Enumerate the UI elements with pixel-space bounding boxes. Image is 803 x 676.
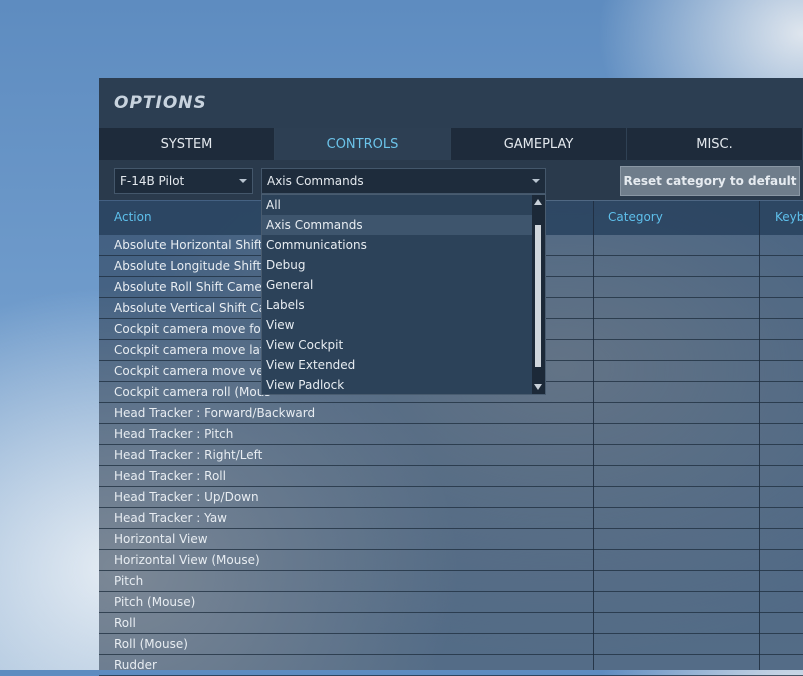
table-row[interactable]: Head Tracker : Up/Down <box>99 487 803 508</box>
category-select-value: Axis Commands <box>267 174 364 188</box>
dropdown-option-view[interactable]: View <box>262 315 532 335</box>
table-row[interactable]: Horizontal View <box>99 529 803 550</box>
dropdown-option-labels[interactable]: Labels <box>262 295 532 315</box>
row-action: Head Tracker : Pitch <box>114 427 234 441</box>
scroll-up-icon[interactable] <box>534 199 542 205</box>
header-action[interactable]: Action <box>114 210 152 224</box>
dropdown-option-all[interactable]: All <box>262 195 532 215</box>
row-action: Horizontal View (Mouse) <box>114 553 260 567</box>
dropdown-option-communications[interactable]: Communications <box>262 235 532 255</box>
dropdown-scrollbar[interactable] <box>532 195 545 394</box>
dropdown-option-axis-commands[interactable]: Axis Commands <box>262 215 532 235</box>
row-action: Pitch (Mouse) <box>114 595 196 609</box>
row-action: Head Tracker : Yaw <box>114 511 227 525</box>
header-keyboard[interactable]: Keyb <box>775 210 803 224</box>
reset-category-button[interactable]: Reset category to default <box>620 166 800 196</box>
chevron-down-icon <box>239 179 247 183</box>
category-select[interactable]: Axis Commands <box>261 168 546 194</box>
tab-system[interactable]: SYSTEM <box>99 128 275 160</box>
row-action: Cockpit camera move forv <box>114 322 273 336</box>
dropdown-option-debug[interactable]: Debug <box>262 255 532 275</box>
row-action: Absolute Longitude Shift C <box>114 259 274 273</box>
table-row[interactable]: Pitch (Mouse) <box>99 592 803 613</box>
row-action: Cockpit camera roll (Mous <box>114 385 271 399</box>
table-row[interactable]: Roll <box>99 613 803 634</box>
dropdown-option-view-cockpit[interactable]: View Cockpit <box>262 335 532 355</box>
row-action: Absolute Roll Shift Camer <box>114 280 267 294</box>
title-bar: OPTIONS <box>99 78 803 128</box>
table-row[interactable]: Head Tracker : Right/Left <box>99 445 803 466</box>
tab-misc[interactable]: MISC. <box>627 128 803 160</box>
row-action: Roll (Mouse) <box>114 637 188 651</box>
row-action: Absolute Horizontal Shift <box>114 238 263 252</box>
table-row[interactable]: Head Tracker : Roll <box>99 466 803 487</box>
row-action: Horizontal View <box>114 532 208 546</box>
scrollbar-thumb[interactable] <box>535 225 541 367</box>
table-row[interactable]: Pitch <box>99 571 803 592</box>
table-row[interactable]: Head Tracker : Yaw <box>99 508 803 529</box>
aircraft-select[interactable]: F-14B Pilot <box>114 168 253 194</box>
dropdown-option-view-extended[interactable]: View Extended <box>262 355 532 375</box>
table-row[interactable]: Head Tracker : Forward/Backward <box>99 403 803 424</box>
tab-bar: SYSTEM CONTROLS GAMEPLAY MISC. <box>99 128 803 160</box>
row-action: Head Tracker : Roll <box>114 469 226 483</box>
header-category[interactable]: Category <box>608 210 663 224</box>
category-dropdown-list: All Axis Commands Communications Debug G… <box>261 194 546 395</box>
row-action: Head Tracker : Right/Left <box>114 448 263 462</box>
row-action: Head Tracker : Forward/Backward <box>114 406 316 420</box>
table-row[interactable]: Head Tracker : Pitch <box>99 424 803 445</box>
window-title: OPTIONS <box>114 93 207 113</box>
tab-gameplay[interactable]: GAMEPLAY <box>451 128 627 160</box>
aircraft-select-value: F-14B Pilot <box>120 174 185 188</box>
row-action: Roll <box>114 616 136 630</box>
dropdown-option-view-padlock[interactable]: View Padlock <box>262 375 532 395</box>
chevron-down-icon <box>532 179 540 183</box>
row-action: Head Tracker : Up/Down <box>114 490 259 504</box>
tab-controls[interactable]: CONTROLS <box>275 128 451 160</box>
scroll-down-icon[interactable] <box>534 384 542 390</box>
table-row[interactable]: Horizontal View (Mouse) <box>99 550 803 571</box>
table-row[interactable]: Roll (Mouse) <box>99 634 803 655</box>
row-action: Cockpit camera move late <box>114 343 272 357</box>
row-action: Absolute Vertical Shift Ca <box>114 301 266 315</box>
dropdown-option-general[interactable]: General <box>262 275 532 295</box>
row-action: Cockpit camera move ver <box>114 364 269 378</box>
table-row[interactable]: Rudder <box>99 655 803 676</box>
row-action: Pitch <box>114 574 144 588</box>
